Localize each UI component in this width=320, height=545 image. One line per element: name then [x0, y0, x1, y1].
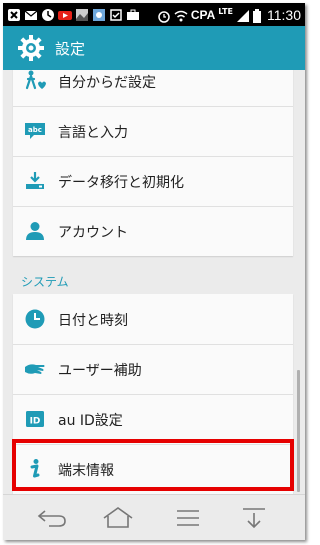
settings-item-date-time[interactable]: 日付と時刻 [13, 294, 293, 344]
home-icon[interactable] [101, 505, 135, 531]
signal-icon [236, 8, 250, 22]
settings-item-label: 自分からだ設定 [58, 75, 156, 91]
back-icon[interactable] [35, 505, 69, 531]
settings-gear-icon[interactable] [17, 34, 45, 62]
cancel-icon [7, 7, 21, 21]
photo-icon [75, 7, 89, 21]
keyboard-abc-icon: abc [24, 120, 46, 142]
download-done-icon [109, 7, 123, 21]
briefcase-icon [126, 7, 140, 21]
carrier-label: CPA [190, 7, 216, 22]
settings-item-label: 日付と時刻 [58, 313, 128, 329]
settings-item-label: au ID設定 [58, 413, 123, 429]
battery-icon [253, 8, 261, 23]
app-notification-icon [41, 7, 55, 21]
youtube-icon [58, 7, 72, 21]
settings-item-label: 端末情報 [58, 463, 114, 479]
phone-screen: CPA LTE 11:30 設定 自分からだ設定 abc 言語と入力 データ移行… [3, 3, 305, 540]
settings-item-label: アカウント [58, 225, 128, 241]
scrollbar[interactable] [297, 370, 300, 492]
info-icon [24, 458, 46, 480]
image-icon [92, 7, 106, 21]
settings-item-label: データ移行と初期化 [58, 175, 184, 191]
settings-item-account[interactable]: アカウント [13, 206, 293, 256]
settings-card-device: 自分からだ設定 abc 言語と入力 データ移行と初期化 アカウント [13, 70, 293, 256]
id-card-icon: ID [24, 408, 46, 430]
mail-icon [24, 7, 38, 21]
settings-list[interactable]: 自分からだ設定 abc 言語と入力 データ移行と初期化 アカウント システム 日… [3, 70, 305, 494]
section-header-system: システム [21, 275, 69, 289]
wifi-icon [174, 8, 188, 22]
settings-item-language-input[interactable]: abc 言語と入力 [13, 106, 293, 156]
navigation-bar [3, 494, 305, 540]
status-indicators: CPA LTE 11:30 [157, 5, 301, 24]
svg-text:ID: ID [30, 417, 41, 427]
settings-item-accessibility[interactable]: ユーザー補助 [13, 344, 293, 394]
scroll-down-icon[interactable] [237, 505, 271, 531]
settings-item-device-info[interactable]: 端末情報 [13, 444, 293, 494]
status-bar: CPA LTE 11:30 [3, 3, 305, 26]
download-data-icon [24, 170, 46, 192]
menu-icon[interactable] [171, 505, 205, 531]
settings-item-data-migration[interactable]: データ移行と初期化 [13, 156, 293, 206]
account-person-icon [24, 220, 46, 242]
page-title: 設定 [55, 40, 86, 58]
accessibility-hand-icon [24, 358, 46, 380]
settings-item-label: ユーザー補助 [58, 363, 142, 379]
settings-item-au-id[interactable]: ID au ID設定 [13, 394, 293, 444]
notification-icons [7, 7, 140, 21]
clock-time: 11:30 [267, 6, 301, 23]
settings-card-system: 日付と時刻 ユーザー補助 ID au ID設定 端末情報 [13, 294, 293, 494]
action-bar: 設定 [3, 26, 305, 70]
body-settings-icon [24, 70, 46, 92]
settings-item-label: 言語と入力 [58, 125, 128, 141]
network-type: LTE [218, 7, 233, 16]
settings-item-body[interactable]: 自分からだ設定 [13, 70, 293, 106]
svg-text:abc: abc [28, 126, 42, 134]
clock-icon [24, 308, 46, 330]
alarm-icon [157, 8, 171, 23]
